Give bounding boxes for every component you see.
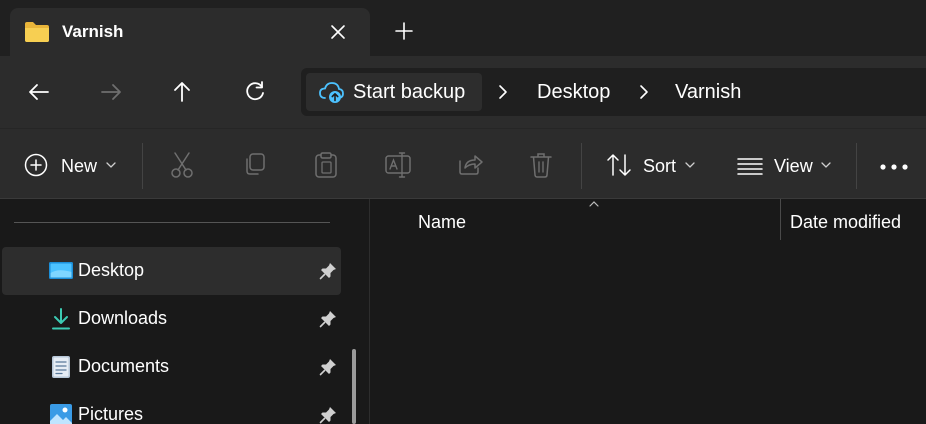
toolbar-divider xyxy=(142,143,143,189)
new-button[interactable]: New xyxy=(61,156,97,177)
chevron-down-icon[interactable] xyxy=(684,161,696,169)
plus-icon[interactable] xyxy=(392,19,416,43)
navigation-pane: Desktop Downloads Documents Pictures xyxy=(0,199,370,424)
arrow-right-icon[interactable] xyxy=(97,78,125,106)
tab-strip: Varnish xyxy=(0,0,926,56)
more-icon[interactable] xyxy=(879,163,909,171)
toolbar-divider xyxy=(856,143,857,189)
address-bar[interactable]: Start backup Desktop Varnish xyxy=(301,68,926,116)
sidebar-item-desktop[interactable]: Desktop xyxy=(2,247,341,295)
sidebar-item-label: Downloads xyxy=(78,308,168,328)
start-backup-button[interactable]: Start backup xyxy=(306,73,482,111)
chevron-down-icon[interactable] xyxy=(820,161,832,169)
sidebar-item-label: Documents xyxy=(78,356,170,376)
breadcrumb-desktop[interactable]: Desktop xyxy=(537,81,610,104)
sort-icon[interactable] xyxy=(606,153,632,177)
sidebar-item-pictures[interactable]: Pictures xyxy=(2,391,341,424)
plus-circle-icon[interactable] xyxy=(24,153,48,177)
navigation-bar: Start backup Desktop Varnish xyxy=(0,56,926,128)
sort-button[interactable]: Sort xyxy=(643,156,676,177)
document-icon xyxy=(52,356,70,378)
folder-icon xyxy=(25,22,49,42)
cloud-backup-icon xyxy=(319,82,344,103)
chevron-down-icon[interactable] xyxy=(105,161,117,169)
paste-icon[interactable] xyxy=(313,151,339,179)
column-divider[interactable] xyxy=(780,199,781,240)
sidebar-item-label: Pictures xyxy=(78,404,144,424)
view-button[interactable]: View xyxy=(774,156,813,177)
close-icon[interactable] xyxy=(326,20,350,44)
arrow-up-icon[interactable] xyxy=(168,78,196,106)
pin-icon[interactable] xyxy=(318,309,338,329)
divider xyxy=(14,222,330,223)
toolbar-divider xyxy=(581,143,582,189)
delete-icon[interactable] xyxy=(529,151,553,179)
pin-icon[interactable] xyxy=(318,357,338,377)
pin-icon[interactable] xyxy=(318,261,338,281)
chevron-right-icon[interactable] xyxy=(636,83,652,101)
column-header-date-modified[interactable]: Date modified xyxy=(790,212,901,233)
command-bar: New Sort View xyxy=(0,128,926,199)
start-backup-label: Start backup xyxy=(353,81,466,103)
chevron-right-icon[interactable] xyxy=(495,83,511,101)
pictures-icon xyxy=(50,404,72,424)
cut-icon[interactable] xyxy=(169,151,195,179)
sidebar-item-label: Desktop xyxy=(78,260,145,280)
column-header-name[interactable]: Name xyxy=(418,212,466,233)
rename-icon[interactable] xyxy=(384,151,412,179)
refresh-icon[interactable] xyxy=(241,78,269,106)
pin-icon[interactable] xyxy=(318,405,338,424)
sidebar-item-documents[interactable]: Documents xyxy=(2,343,341,391)
share-icon[interactable] xyxy=(456,151,484,177)
scrollbar[interactable] xyxy=(352,349,356,424)
copy-icon[interactable] xyxy=(242,151,268,177)
tab-title: Varnish xyxy=(62,22,124,41)
breadcrumb-varnish[interactable]: Varnish xyxy=(675,81,741,104)
file-list: Name Date modified xyxy=(371,199,926,424)
sort-ascending-icon xyxy=(589,201,599,207)
sidebar-item-downloads[interactable]: Downloads xyxy=(2,295,341,343)
download-icon xyxy=(52,308,70,330)
view-icon[interactable] xyxy=(737,157,763,175)
desktop-icon xyxy=(49,262,73,279)
tab-varnish[interactable]: Varnish xyxy=(10,8,370,56)
arrow-left-icon[interactable] xyxy=(25,78,53,106)
